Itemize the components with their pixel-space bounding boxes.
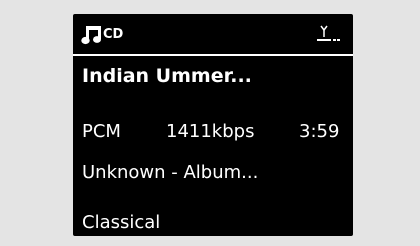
track-duration: 3:59 <box>299 121 340 142</box>
genre: Classical <box>82 212 161 233</box>
signal-antenna-icon <box>317 25 340 41</box>
track-title: Indian Ummer... <box>82 65 252 87</box>
audio-format: PCM <box>82 121 121 142</box>
artist-album: Unknown - Album... <box>82 162 259 183</box>
header-divider <box>73 54 353 56</box>
display-screen: CD Indian Ummer... PCM 1411kbps 3:59 Unk… <box>73 14 353 236</box>
status-header: CD <box>73 14 353 54</box>
source-label: CD <box>103 27 124 42</box>
bitrate: 1411kbps <box>166 121 255 142</box>
music-note-icon <box>81 26 101 45</box>
device-frame: CD Indian Ummer... PCM 1411kbps 3:59 Unk… <box>0 0 420 246</box>
